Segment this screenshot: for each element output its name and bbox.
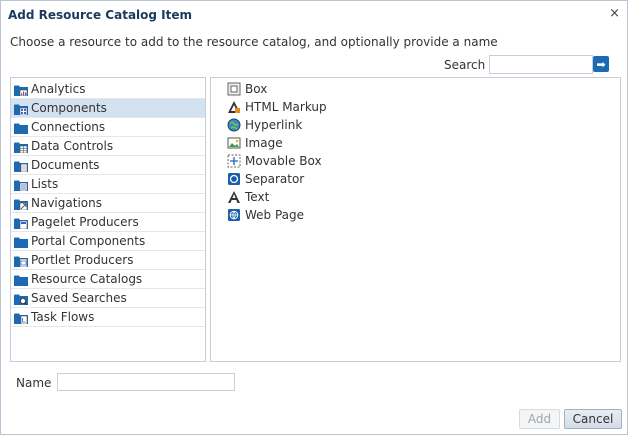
category-item-label: Data Controls xyxy=(31,139,114,153)
arrow-right-icon[interactable]: ➡ xyxy=(593,56,609,72)
category-item-label: Saved Searches xyxy=(31,291,127,305)
cancel-button[interactable]: Cancel xyxy=(564,409,622,429)
resource-item-label: Image xyxy=(245,136,283,150)
folder-flow-icon xyxy=(14,311,28,325)
name-input[interactable] xyxy=(57,373,235,391)
resource-item-label: Web Page xyxy=(245,208,305,222)
category-item-saved-searches[interactable]: Saved Searches xyxy=(11,289,205,308)
category-item-label: Lists xyxy=(31,177,59,191)
add-button[interactable]: Add xyxy=(519,409,560,429)
category-item-components[interactable]: Components xyxy=(11,99,205,118)
folder-page-icon xyxy=(14,216,28,230)
category-item-label: Components xyxy=(31,101,107,115)
folder-portlet-icon xyxy=(14,254,28,268)
dialog-title: Add Resource Catalog Item xyxy=(8,8,193,22)
search-label: Search xyxy=(444,58,486,72)
box-icon xyxy=(227,82,241,96)
add-resource-catalog-item-dialog: Add Resource Catalog Item × Choose a res… xyxy=(0,0,628,435)
category-item-data-controls[interactable]: Data Controls xyxy=(11,137,205,156)
category-item-pagelet-producers[interactable]: Pagelet Producers xyxy=(11,213,205,232)
resource-item-label: HTML Markup xyxy=(245,100,327,114)
separator-icon xyxy=(227,172,241,186)
category-item-label: Documents xyxy=(31,158,100,172)
resource-item-box[interactable]: Box xyxy=(227,80,620,98)
category-item-task-flows[interactable]: Task Flows xyxy=(11,308,205,327)
name-label: Name xyxy=(16,376,52,390)
title-bar: Add Resource Catalog Item × xyxy=(1,1,627,29)
html-markup-icon xyxy=(227,100,241,114)
resource-item-image[interactable]: Image xyxy=(227,134,620,152)
category-item-label: Pagelet Producers xyxy=(31,215,139,229)
folder-table-icon xyxy=(14,140,28,154)
instructions-text: Choose a resource to add to the resource… xyxy=(10,35,498,49)
resource-item-label: Box xyxy=(245,82,268,96)
category-item-navigations[interactable]: Navigations xyxy=(11,194,205,213)
resource-item-movable-box[interactable]: Movable Box xyxy=(227,152,620,170)
category-item-label: Portlet Producers xyxy=(31,253,134,267)
folder-grid-icon xyxy=(14,102,28,116)
category-item-label: Resource Catalogs xyxy=(31,272,143,286)
resource-item-html-markup[interactable]: HTML Markup xyxy=(227,98,620,116)
resource-item-label: Movable Box xyxy=(245,154,322,168)
folder-document-icon xyxy=(14,159,28,173)
web-page-icon xyxy=(227,208,241,222)
folder-icon xyxy=(14,273,28,286)
folder-search-icon xyxy=(14,292,28,306)
category-item-label: Connections xyxy=(31,120,106,134)
resource-item-label: Separator xyxy=(245,172,305,186)
resource-list-pane: Box HTML Markup Hyperlink Image Movable Box S… xyxy=(210,77,621,362)
resource-item-label: Text xyxy=(245,190,270,204)
category-list: Analytics Components Connections Data Contr… xyxy=(11,78,205,327)
category-item-portlet-producers[interactable]: Portlet Producers xyxy=(11,251,205,270)
folder-chart-icon xyxy=(14,83,28,97)
category-item-documents[interactable]: Documents xyxy=(11,156,205,175)
category-item-label: Analytics xyxy=(31,82,86,96)
category-item-resource-catalogs[interactable]: Resource Catalogs xyxy=(11,270,205,289)
search-input[interactable] xyxy=(489,55,593,74)
folder-nav-icon xyxy=(14,197,28,211)
category-item-lists[interactable]: Lists xyxy=(11,175,205,194)
resource-item-hyperlink[interactable]: Hyperlink xyxy=(227,116,620,134)
text-icon xyxy=(227,190,241,204)
category-item-connections[interactable]: Connections xyxy=(11,118,205,137)
hyperlink-globe-icon xyxy=(227,118,241,132)
close-icon[interactable]: × xyxy=(609,6,620,21)
image-icon xyxy=(227,136,241,150)
resource-list: Box HTML Markup Hyperlink Image Movable Box S… xyxy=(211,78,620,224)
resource-item-text[interactable]: Text xyxy=(227,188,620,206)
folder-icon xyxy=(14,121,28,134)
folder-list-icon xyxy=(14,178,28,192)
movable-box-icon xyxy=(227,154,241,168)
resource-item-web-page[interactable]: Web Page xyxy=(227,206,620,224)
resource-item-label: Hyperlink xyxy=(245,118,303,132)
resource-item-separator[interactable]: Separator xyxy=(227,170,620,188)
category-item-portal-components[interactable]: Portal Components xyxy=(11,232,205,251)
category-item-label: Navigations xyxy=(31,196,102,210)
category-item-analytics[interactable]: Analytics xyxy=(11,80,205,99)
folder-icon xyxy=(14,235,28,248)
category-item-label: Task Flows xyxy=(31,310,95,324)
category-list-pane: Analytics Components Connections Data Contr… xyxy=(10,77,206,362)
category-item-label: Portal Components xyxy=(31,234,146,248)
